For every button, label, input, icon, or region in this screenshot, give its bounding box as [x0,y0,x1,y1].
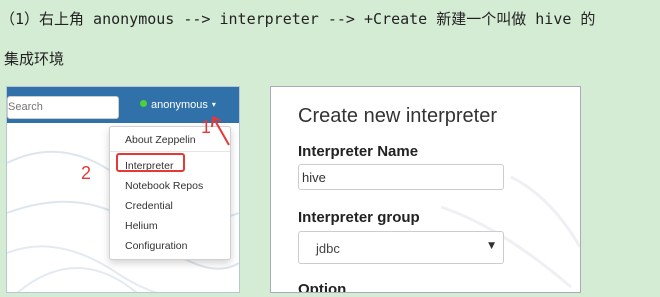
interpreter-group-select[interactable]: jdbc ▼ [298,231,504,264]
option-label: Option [298,281,347,293]
search-input[interactable] [7,96,119,119]
interpreter-name-input[interactable] [298,164,504,190]
menu-divider [110,151,230,152]
step-2-annotation: 2 [81,163,92,183]
select-arrow-icon: ▼ [488,241,495,251]
caption-line-2: 集成环境 [4,50,65,68]
user-dropdown-menu: About Zeppelin Interpreter Notebook Repo… [109,126,231,260]
zeppelin-menu-screenshot: anonymous▾ About Zeppelin Interpreter No… [6,86,240,293]
interpreter-group-label: Interpreter group [298,209,420,226]
menu-item-helium[interactable]: Helium [125,220,158,232]
menu-item-about-zeppelin[interactable]: About Zeppelin [125,134,196,146]
online-status-icon [140,100,147,107]
form-title: Create new interpreter [298,105,497,127]
user-menu-toggle[interactable]: anonymous ▾ [140,99,216,111]
user-name: anonymous [151,99,208,111]
interpreter-name-label: Interpreter Name [298,143,419,160]
caption-line-1: （1）右上角 anonymous --> interpreter --> +Cr… [0,10,596,28]
menu-item-notebook-repos[interactable]: Notebook Repos [125,180,203,192]
create-interpreter-screenshot: Create new interpreter Interpreter Name … [270,86,581,293]
interpreter-highlight-box [116,153,185,172]
interpreter-group-value: jdbc [316,241,340,256]
menu-item-credential[interactable]: Credential [125,200,173,212]
menu-item-configuration[interactable]: Configuration [125,240,187,252]
chevron-down-icon: ▾ [211,100,216,109]
step-1-annotation: 1 [201,117,212,137]
